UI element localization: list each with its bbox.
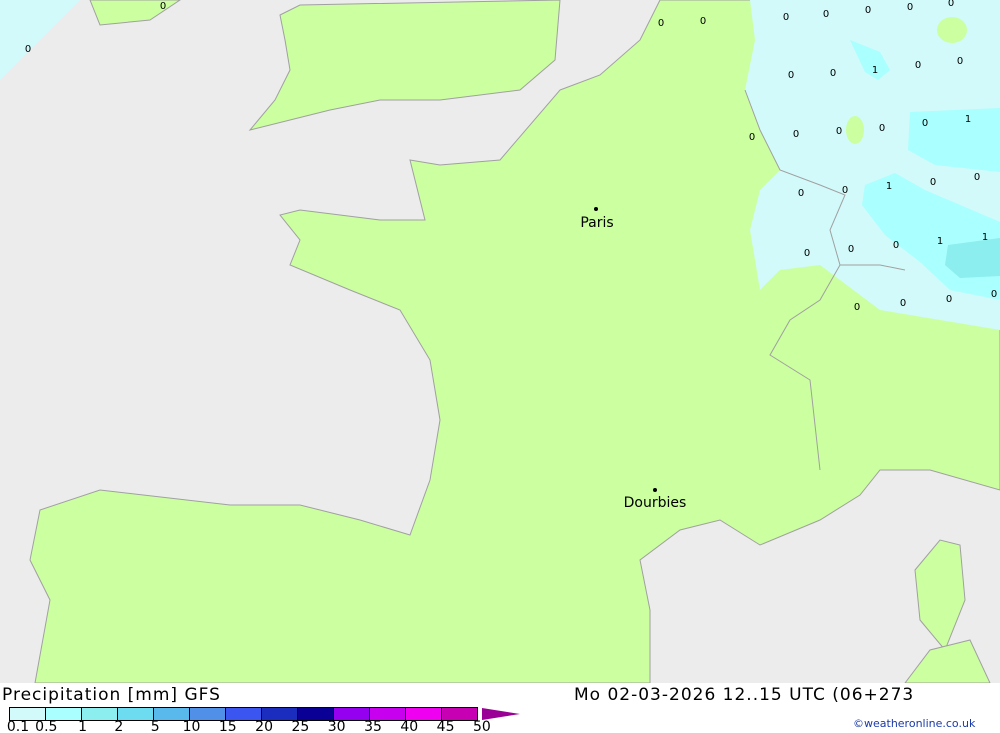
precip-value-label: 0 — [793, 129, 799, 140]
precip-value-label: 0 — [788, 70, 794, 81]
legend-swatch — [82, 708, 118, 720]
city-label: Dourbies — [624, 495, 687, 511]
precip-value-label: 0 — [749, 132, 755, 143]
precip-value-label: 1 — [872, 65, 878, 76]
precip-value-label: 0 — [160, 1, 166, 12]
precip-value-label: 0 — [848, 244, 854, 255]
precip-value-label: 0 — [865, 5, 871, 16]
precip-value-label: 0 — [957, 56, 963, 67]
legend-tick-label: 30 — [327, 719, 346, 733]
precip-value-label: 0 — [830, 68, 836, 79]
legend-tick-label: 2 — [114, 719, 124, 733]
precip-value-label: 0 — [823, 9, 829, 20]
precip-value-label: 0 — [948, 0, 954, 9]
weather-map-view: 0000000000010000000100100000110000 Paris… — [0, 0, 1000, 733]
precip-value-label: 0 — [915, 60, 921, 71]
legend-tick-label: 0.5 — [35, 719, 58, 733]
legend-tick-label: 20 — [255, 719, 274, 733]
precipitation-map[interactable]: 0 0 0 0 0 0 0 0 0 0 0 1 0 0 0 0 0 0 0 1 0 0 1 0 0 0 0 0 1 1 0 0 0 0 Paris… — [0, 0, 1000, 683]
precip-value-label: 0 — [893, 240, 899, 251]
precip-value-label: 1 — [886, 181, 892, 192]
legend-tick-label: 25 — [291, 719, 310, 733]
forecast-datetime: Mo 02-03-2026 12..15 UTC (06+273 — [574, 685, 915, 705]
dry-patch — [937, 17, 967, 43]
legend-swatch — [118, 708, 154, 720]
precip-value-label: 0 — [25, 44, 31, 55]
legend-tick-label: 50 — [472, 719, 491, 733]
legend-tick-label: 5 — [150, 719, 160, 733]
precip-value-label: 0 — [922, 118, 928, 129]
precip-value-label: 0 — [658, 18, 664, 29]
legend-tick-label: 10 — [182, 719, 201, 733]
precip-value-label: 0 — [842, 185, 848, 196]
precip-value-label: 0 — [907, 2, 913, 13]
precip-value-label: 0 — [974, 172, 980, 183]
precip-value-label: 1 — [937, 236, 943, 247]
legend-tick-label: 0.1 — [6, 719, 30, 733]
legend-tick-label: 15 — [218, 719, 237, 733]
precip-value-label: 0 — [798, 188, 804, 199]
precip-value-label: 0 — [783, 12, 789, 23]
precip-value-label: 1 — [965, 114, 971, 125]
precip-value-label: 0 — [854, 302, 860, 313]
city-label: Paris — [580, 215, 613, 231]
precip-value-label: 0 — [946, 294, 952, 305]
legend-tick-label: 35 — [364, 719, 382, 733]
legend-tick-label: 45 — [436, 719, 455, 733]
city-marker — [594, 207, 598, 211]
precip-value-label: 0 — [900, 298, 906, 309]
precip-value-label: 0 — [991, 289, 997, 300]
precip-value-label: 0 — [836, 126, 842, 137]
legend-tick-label: 40 — [400, 719, 419, 733]
map-footer: Precipitation [mm] GFS Mo 02-03-2026 12.… — [0, 683, 1000, 733]
precip-value-label: 1 — [982, 232, 988, 243]
city-marker — [653, 488, 657, 492]
precip-value-label: 0 — [700, 16, 706, 27]
map-title: Precipitation [mm] GFS — [2, 685, 221, 705]
precip-value-label: 0 — [930, 177, 936, 188]
precip-value-label: 0 — [879, 123, 885, 134]
precip-value-label: 0 — [804, 248, 810, 259]
copyright-link[interactable]: ©weatheronline.co.uk — [853, 717, 975, 730]
dry-patch — [846, 116, 864, 144]
legend-tick-label: 1 — [78, 719, 88, 733]
